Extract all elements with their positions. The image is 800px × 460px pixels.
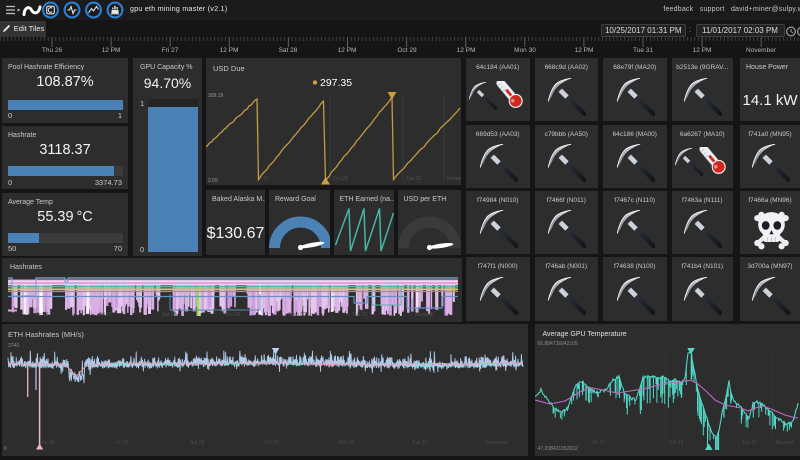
svg-text:Tue 31: Tue 31: [352, 312, 368, 318]
svg-text:hu 26: hu 26: [42, 440, 55, 446]
svg-text:Mon 30: Mon 30: [289, 312, 306, 318]
svg-text:Oct 29: Oct 29: [333, 176, 348, 182]
svg-text:Fri 27: Fri 27: [99, 312, 112, 318]
svg-text:Mon 30: Mon 30: [338, 440, 355, 446]
svg-text:Novemb: Novemb: [415, 312, 434, 318]
svg-text:Sat 28: Sat 28: [190, 440, 205, 446]
svg-text:i 27: i 27: [261, 176, 269, 182]
svg-text:Oct 29: Oct 29: [264, 440, 279, 446]
svg-text:Sat 28: Sat 28: [162, 312, 177, 318]
svg-text:Tue 31: Tue 31: [741, 440, 757, 446]
svg-text:Oct 29: Oct 29: [668, 440, 683, 446]
svg-text:Tue 31: Tue 31: [406, 176, 422, 182]
svg-text:Fri 27: Fri 27: [592, 440, 605, 446]
svg-text:Fri 27: Fri 27: [116, 440, 129, 446]
svg-text:Oct 29: Oct 29: [225, 312, 240, 318]
svg-text:November: November: [485, 440, 508, 446]
svg-text:hu 26: hu 26: [36, 312, 49, 318]
svg-text:Tue 31: Tue 31: [412, 440, 428, 446]
svg-text:Novemb: Novemb: [775, 440, 794, 446]
svg-text:Novemb: Novemb: [447, 176, 461, 182]
